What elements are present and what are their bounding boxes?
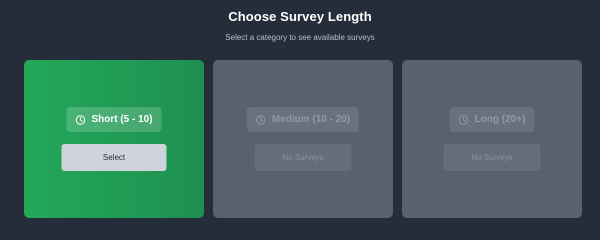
card-label: Medium (10 - 20) <box>271 114 351 125</box>
card-label: Short (5 - 10) <box>91 114 153 125</box>
card-label-chip: Short (5 - 10) <box>66 107 162 132</box>
card-label-chip: Medium (10 - 20) <box>246 107 360 132</box>
survey-card-short[interactable]: Short (5 - 10) Select <box>24 60 204 218</box>
clock-icon <box>256 114 266 125</box>
page-title: Choose Survey Length <box>228 9 372 24</box>
survey-card-medium: Medium (10 - 20) No Surveys <box>213 60 393 218</box>
no-surveys-button: No Surveys <box>254 144 352 171</box>
no-surveys-button: No Surveys <box>443 144 541 171</box>
card-label: Long (20+) <box>474 114 526 125</box>
card-label-chip: Long (20+) <box>449 107 535 132</box>
select-button[interactable]: Select <box>61 144 167 171</box>
clock-icon <box>458 114 469 125</box>
survey-card-long: Long (20+) No Surveys <box>402 60 582 218</box>
page-subtitle: Select a category to see available surve… <box>225 33 375 42</box>
clock-icon <box>75 114 86 125</box>
